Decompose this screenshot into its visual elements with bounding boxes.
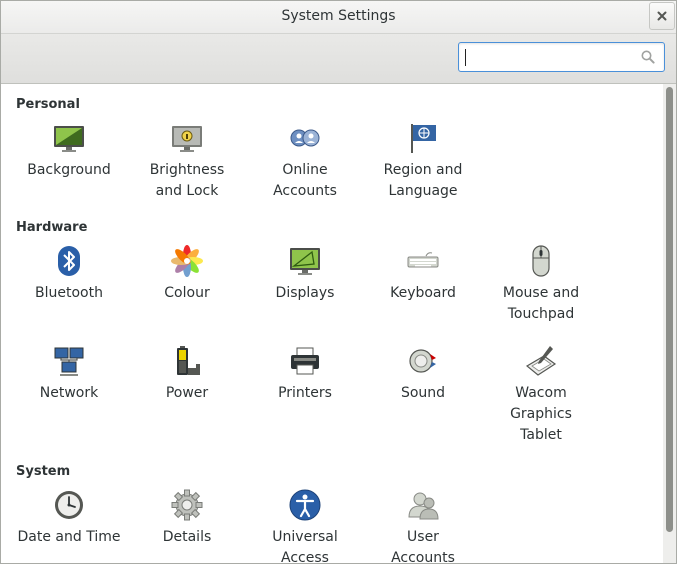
universal-access-icon xyxy=(289,489,321,521)
online-accounts-icon xyxy=(290,129,320,147)
item-power[interactable]: Power xyxy=(131,344,243,404)
item-label: Displays xyxy=(275,285,335,301)
item-date-and-time[interactable]: Date and Time xyxy=(13,488,125,548)
item-printers[interactable]: Printers xyxy=(249,344,361,404)
item-label: Online Accounts xyxy=(273,162,337,199)
item-background[interactable]: Background xyxy=(13,121,125,181)
region-flag-icon xyxy=(411,124,436,153)
item-wacom-graphics-tablet[interactable]: Wacom Graphics Tablet xyxy=(485,344,597,446)
item-sound[interactable]: Sound xyxy=(367,344,479,404)
item-universal-access[interactable]: Universal Access xyxy=(249,488,361,563)
section-title-personal: Personal xyxy=(16,97,80,112)
title-bar[interactable]: System Settings xyxy=(1,1,676,34)
section-title-hardware: Hardware xyxy=(16,220,88,235)
item-bluetooth[interactable]: Bluetooth xyxy=(13,244,125,304)
item-label: Network xyxy=(39,385,99,401)
user-accounts-icon xyxy=(408,492,439,520)
wacom-tablet-icon xyxy=(525,346,557,376)
item-user-accounts[interactable]: User Accounts xyxy=(367,488,479,563)
item-mouse-and-touchpad[interactable]: Mouse and Touchpad xyxy=(485,244,597,325)
item-displays[interactable]: Displays xyxy=(249,244,361,304)
search-icon xyxy=(641,50,655,64)
close-icon xyxy=(657,11,667,21)
brightness-lock-icon xyxy=(172,126,202,152)
item-label: Mouse and Touchpad xyxy=(502,285,580,322)
item-network[interactable]: Network xyxy=(13,344,125,404)
background-icon xyxy=(54,126,84,152)
gear-icon xyxy=(171,489,203,521)
scrollbar-thumb[interactable] xyxy=(666,87,673,532)
item-online-accounts[interactable]: Online Accounts xyxy=(249,121,361,202)
item-label: Brightness and Lock xyxy=(149,162,225,199)
item-label: Details xyxy=(162,529,212,545)
item-details[interactable]: Details xyxy=(131,488,243,548)
item-label: Keyboard xyxy=(390,285,456,301)
mouse-icon xyxy=(532,245,550,277)
power-icon xyxy=(177,346,200,375)
item-label: Region and Language xyxy=(383,162,463,199)
clock-icon xyxy=(55,491,83,519)
keyboard-icon xyxy=(407,252,439,268)
item-colour[interactable]: Colour xyxy=(131,244,243,304)
vertical-scrollbar[interactable] xyxy=(663,84,676,563)
printer-icon xyxy=(291,347,319,375)
displays-icon xyxy=(290,248,320,275)
item-label: Universal Access xyxy=(272,529,338,563)
window-title: System Settings xyxy=(281,8,396,24)
section-title-system: System xyxy=(16,464,71,479)
settings-panel-grid: Personal Background Brightness and Lock … xyxy=(1,84,661,563)
text-cursor xyxy=(465,49,466,66)
item-brightness-and-lock[interactable]: Brightness and Lock xyxy=(131,121,243,202)
item-region-and-language[interactable]: Region and Language xyxy=(367,121,479,202)
item-label: Sound xyxy=(400,385,446,401)
item-label: Power xyxy=(165,385,209,401)
item-label: Colour xyxy=(164,285,210,301)
colour-icon xyxy=(171,245,203,277)
toolbar xyxy=(1,34,676,84)
item-keyboard[interactable]: Keyboard xyxy=(367,244,479,304)
item-label: Wacom Graphics Tablet xyxy=(510,385,572,443)
item-label: Bluetooth xyxy=(35,285,103,301)
network-icon xyxy=(54,347,84,376)
sound-icon xyxy=(409,349,436,373)
bluetooth-icon xyxy=(58,246,80,276)
item-label: Background xyxy=(27,162,111,178)
close-button[interactable] xyxy=(649,2,675,30)
item-label: Date and Time xyxy=(17,529,121,545)
search-field[interactable] xyxy=(458,42,665,72)
system-settings-window: System Settings Personal Background Brig… xyxy=(0,0,677,564)
search-input[interactable] xyxy=(465,47,635,69)
item-label: User Accounts xyxy=(391,529,455,563)
item-label: Printers xyxy=(278,385,332,401)
